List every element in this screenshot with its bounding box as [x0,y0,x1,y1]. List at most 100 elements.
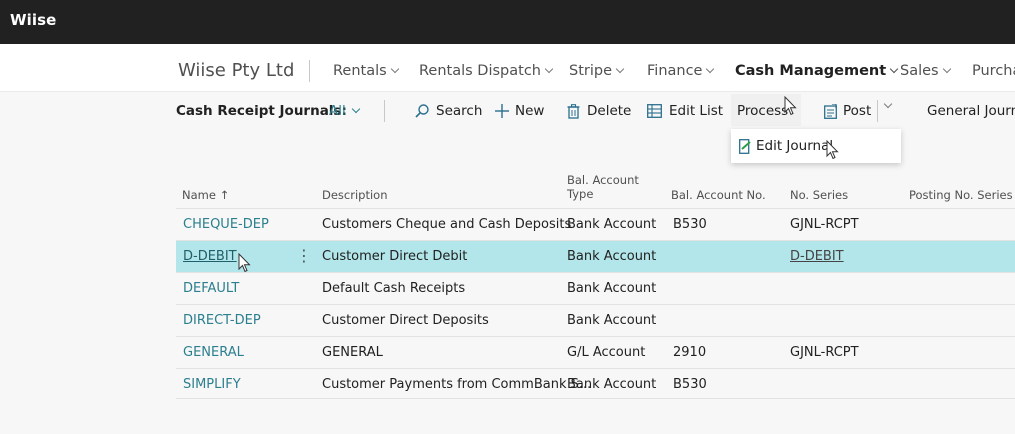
menu-item-edit-journal[interactable]: Edit Journal [739,138,833,154]
company-name[interactable]: Wiise Pty Ltd [178,60,294,81]
action-divider [877,100,878,122]
column-header-bal-account-type[interactable]: Bal. Account Type [567,173,639,201]
nav-item-rentals[interactable]: Rentals [333,63,399,79]
row-name-link[interactable]: SIMPLIFY [183,377,241,392]
nav-item-rentals-dispatch[interactable]: Rentals Dispatch [419,63,554,79]
row-name-link[interactable]: GENERAL [183,345,244,360]
row-description: Customers Cheque and Cash Deposits [322,217,572,232]
chevron-down-icon [889,64,899,74]
row-divider [176,398,1015,399]
chevron-down-icon [351,104,360,114]
delete-button[interactable]: Delete [567,103,631,119]
row-bal-account-no: B530 [673,217,707,232]
general-journal-button[interactable]: General Journal [927,103,1015,119]
column-header-no-series[interactable]: No. Series [790,188,848,202]
action-divider [384,100,385,122]
row-bal-account-type: Bank Account [567,377,657,392]
process-dropdown-menu: Edit Journal [731,129,901,163]
trash-icon [567,103,580,119]
nav-item-label: Purcha [972,63,1015,79]
row-bal-account-no: B530 [673,377,707,392]
row-name-link[interactable]: D-DEBIT [183,249,237,264]
more-options-icon[interactable]: ⋮ [296,247,312,265]
edit-list-label: Edit List [669,103,724,119]
top-bar: Wiise [0,0,1015,44]
header-label: Type [567,187,594,201]
chevron-down-icon [390,64,399,74]
row-description: Customer Direct Debit [322,249,468,264]
process-button[interactable]: Process [737,103,788,119]
row-bal-account-type: Bank Account [567,281,657,296]
nav-item-label: Rentals [333,63,387,79]
nav-item-label: Stripe [569,63,613,79]
column-header-name[interactable]: Name ↑ [182,188,229,202]
header-label: Name [182,188,216,202]
action-bar: Cash Receipt Journals: All Search New De… [0,92,1015,130]
chevron-down-icon [942,64,951,74]
row-bal-account-type: Bank Account [567,249,657,264]
nav-item-label: Finance [647,63,703,79]
new-label: New [515,103,545,119]
nav-divider [309,60,310,82]
filter-label: Cash Receipt Journals: [176,103,347,119]
column-header-description[interactable]: Description [322,188,388,202]
app-brand[interactable]: Wiise [10,11,56,29]
table-row-selected[interactable]: D-DEBIT ⋮ Customer Direct Debit Bank Acc… [176,241,1015,273]
chevron-down-icon [706,64,715,74]
search-icon [415,104,429,118]
filter-label-text: Cash Receipt Journals: [176,103,347,119]
nav-item-sales[interactable]: Sales [900,63,951,79]
mouse-cursor-icon [238,253,251,273]
search-button[interactable]: Search [414,103,482,119]
plus-icon [495,104,509,118]
chevron-down-icon [615,64,625,74]
chevron-down-icon [544,64,554,74]
general-journal-label: General Journal [927,103,1015,119]
row-bal-account-type: G/L Account [567,345,646,360]
row-name-link[interactable]: DIRECT-DEP [183,313,261,328]
row-name-link[interactable]: DEFAULT [183,281,239,296]
row-description: GENERAL [322,345,383,360]
post-label: Post [843,103,872,119]
row-description: Customer Direct Deposits [322,313,489,328]
post-button[interactable]: Post [824,103,871,119]
table-row[interactable]: SIMPLIFY Customer Payments from CommBank… [176,369,1015,401]
row-name-link[interactable]: CHEQUE-DEP [183,217,269,232]
row-no-series: GJNL-RCPT [790,345,859,360]
row-no-series: GJNL-RCPT [790,217,859,232]
process-label: Process [737,103,789,119]
edit-list-button[interactable]: Edit List [647,103,723,119]
chevron-down-icon [883,99,893,109]
mouse-cursor-icon [826,140,839,160]
row-bal-account-type: Bank Account [567,313,657,328]
table-row[interactable]: DIRECT-DEP Customer Direct Deposits Bank… [176,305,1015,337]
edit-journal-label: Edit Journal [756,138,834,154]
filter-value: All [329,103,346,119]
row-description: Customer Payments from CommBank S... [322,377,592,392]
edit-journal-icon [739,138,751,154]
row-bal-account-no: 2910 [673,345,707,360]
delete-label: Delete [587,103,632,119]
nav-item-purchasing[interactable]: Purcha [972,63,1015,79]
post-more-dropdown[interactable] [883,99,893,109]
nav-item-cash-management[interactable]: Cash Management [735,63,899,79]
table-header: Name ↑ Description Bal. Account Type Bal.… [176,170,1015,210]
table-row[interactable]: CHEQUE-DEP Customers Cheque and Cash Dep… [176,209,1015,241]
column-header-posting-no-series[interactable]: Posting No. Series [909,188,1013,202]
table-row[interactable]: DEFAULT Default Cash Receipts Bank Accou… [176,273,1015,305]
filter-dropdown[interactable]: All [329,103,360,119]
nav-item-label: Cash Management [735,63,887,79]
row-bal-account-type: Bank Account [567,217,657,232]
column-header-bal-account-no[interactable]: Bal. Account No. [671,188,766,202]
table-row[interactable]: GENERAL GENERAL G/L Account 2910 GJNL-RC… [176,337,1015,369]
mouse-cursor-icon [784,96,797,116]
nav-item-stripe[interactable]: Stripe [569,63,625,79]
new-button[interactable]: New [495,103,544,119]
row-description: Default Cash Receipts [322,281,466,296]
search-label: Search [436,103,483,119]
post-icon [824,103,837,119]
row-no-series: D-DEBIT [790,249,844,264]
header-label: Bal. Account [567,173,639,187]
nav-item-label: Sales [900,63,939,79]
nav-item-finance[interactable]: Finance [647,63,715,79]
